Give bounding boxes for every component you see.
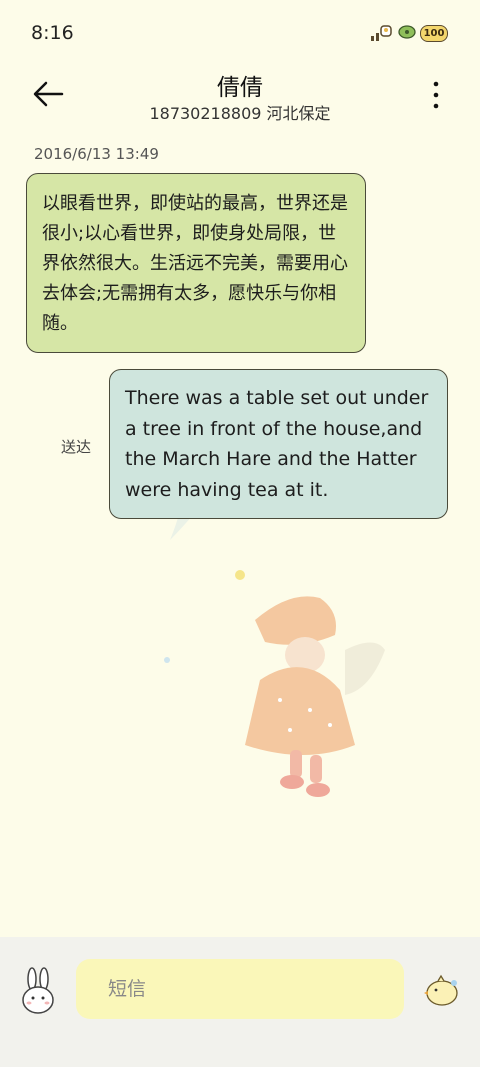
message-input[interactable] (76, 959, 404, 1019)
incoming-message-text: 以眼看世界，即使站的最高，世界还是很小;以心看世界，即使身处局限，世界依然很大。… (42, 193, 348, 334)
signal-icon (371, 25, 392, 41)
message-timestamp: 2016/6/13 13:49 (34, 145, 159, 163)
contact-name: 倩倩 (217, 75, 263, 101)
contact-phone-location: 18730218809 河北保定 (149, 104, 331, 123)
outgoing-message-text: There was a table set out under a tree i… (125, 387, 429, 501)
bunny-attach-icon[interactable] (18, 967, 58, 1015)
status-time: 8:16 (31, 22, 74, 44)
wifi-icon (398, 25, 416, 39)
delivery-status: 送达 (61, 438, 92, 456)
message-composer (0, 937, 480, 1067)
conversation-header: 倩倩 18730218809 河北保定 (0, 66, 480, 136)
battery-icon: 100 (420, 24, 448, 42)
status-icons: 100 (370, 24, 448, 42)
more-options-icon[interactable] (428, 80, 444, 110)
status-bar: 8:16 100 (0, 0, 480, 66)
incoming-message-bubble[interactable]: 以眼看世界，即使站的最高，世界还是很小;以心看世界，即使身处局限，世界依然很大。… (26, 173, 366, 353)
chick-send-icon[interactable] (424, 973, 460, 1007)
outgoing-message-bubble[interactable]: There was a table set out under a tree i… (109, 369, 448, 519)
